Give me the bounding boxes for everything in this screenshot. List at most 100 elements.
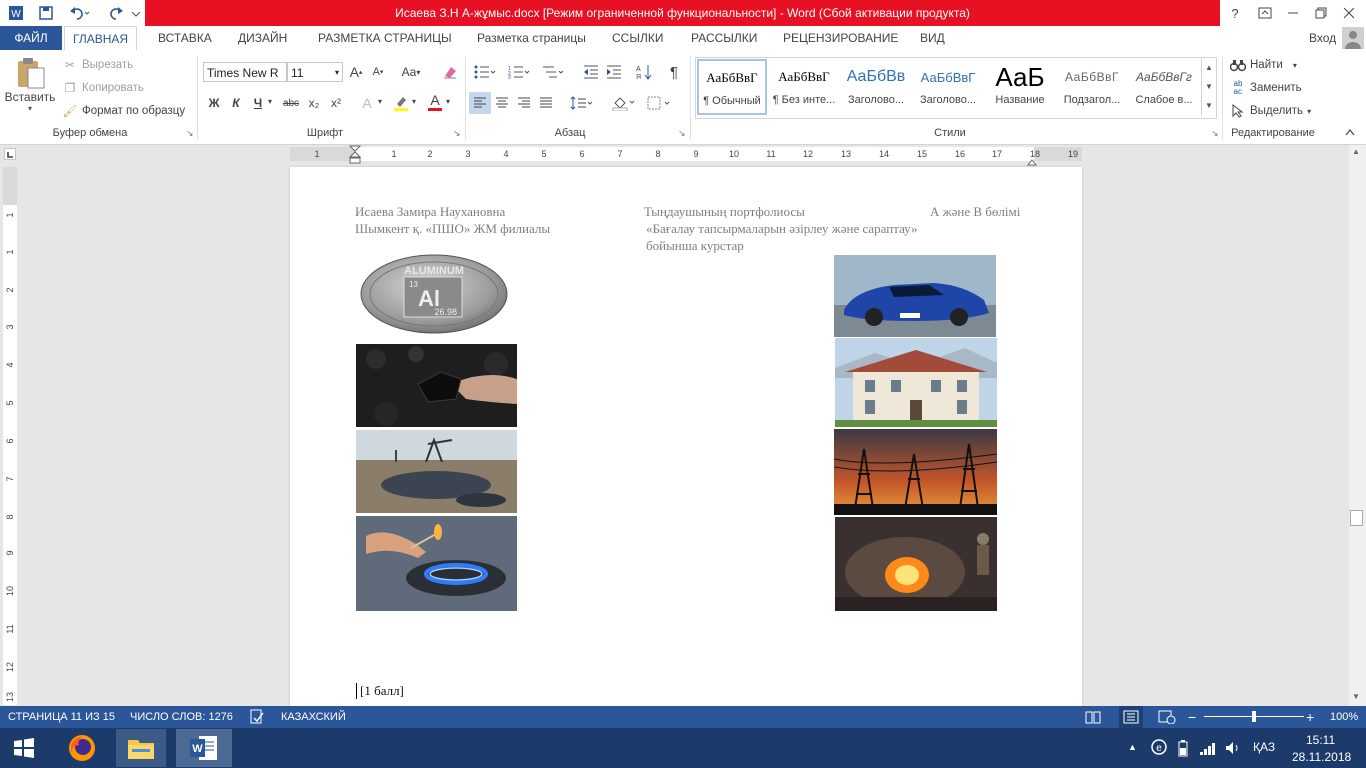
close-icon[interactable] [1336,0,1362,26]
taskbar-explorer[interactable] [116,729,166,767]
tab-insert[interactable]: ВСТАВКА [150,26,220,50]
format-painter-button[interactable]: 🖌 Формат по образцу [62,103,185,119]
subscript-button[interactable]: x₂ [303,92,325,114]
vertical-scrollbar[interactable] [1349,145,1366,706]
battery-icon[interactable] [1176,739,1190,760]
read-mode-icon[interactable] [1085,706,1101,728]
oil-field-image[interactable] [356,430,517,513]
tab-design[interactable]: ДИЗАЙН [230,26,295,50]
taskbar-firefox[interactable] [56,729,108,767]
justify-icon[interactable] [535,92,557,114]
sort-icon[interactable]: AЯ [633,61,655,83]
cut-button[interactable]: ✂ Вырезать [62,57,133,73]
style-heading-2[interactable]: АаБбВвГ Заголово... [913,60,983,114]
house-image[interactable] [835,338,997,427]
taskbar-word[interactable]: W [176,729,232,767]
language-status[interactable]: КАЗАХСКИЙ [281,706,346,728]
clear-formatting-icon[interactable] [439,61,461,83]
style-subtle-emphasis[interactable]: АаБбВвГг Слабое в... [1129,60,1199,114]
font-size-combo[interactable]: 11 ▾ [287,62,343,82]
shading-icon[interactable] [608,92,640,114]
ribbon-display-options-icon[interactable] [1252,0,1278,26]
change-case-button[interactable]: Aa ▾ [396,61,426,83]
input-language[interactable]: ҚАЗ [1253,740,1275,754]
styles-scroll[interactable]: ▲ ▼ ▼ [1201,58,1216,116]
tab-page-layout-2[interactable]: Разметка страницы [469,26,594,50]
clipboard-launcher-icon[interactable]: ↘ [186,128,194,139]
chevron-up-icon[interactable]: ▲ [1205,58,1213,77]
borders-icon[interactable] [643,92,675,114]
tab-home[interactable]: ГЛАВНАЯ [64,26,138,51]
collapse-ribbon-icon[interactable] [1345,128,1355,139]
gas-burner-image[interactable] [356,516,517,611]
coal-image[interactable] [356,344,517,427]
print-layout-icon[interactable] [1119,706,1143,728]
select-button[interactable]: Выделить ▾ [1230,103,1311,119]
numbering-button[interactable]: 123 [504,61,534,83]
align-right-icon[interactable] [513,92,535,114]
increase-indent-icon[interactable] [603,61,625,83]
superscript-button[interactable]: x² [325,92,347,114]
help-button[interactable]: ? [1222,0,1248,26]
style-heading-1[interactable]: АаБбВв Заголово... [841,60,911,114]
restore-icon[interactable] [1308,0,1334,26]
font-name-combo[interactable]: Times New R [203,62,287,82]
sports-car-image[interactable] [834,255,996,337]
clock-date[interactable]: 28.11.2018 [1292,750,1351,764]
redo-icon[interactable] [106,3,126,23]
grow-font-button[interactable]: A ▴ [345,61,367,83]
find-button[interactable]: Найти ▾ [1230,57,1297,73]
zoom-level[interactable]: 100% [1330,706,1358,728]
proofing-icon[interactable] [249,706,265,728]
zoom-out-button[interactable]: − [1188,706,1196,728]
text-effects-dropdown-icon[interactable]: ▾ [378,97,382,106]
customize-qat-icon[interactable] [126,3,146,23]
font-color-dropdown-icon[interactable]: ▾ [446,97,450,106]
word-count-status[interactable]: ЧИСЛО СЛОВ: 1276 [130,706,233,728]
underline-button[interactable]: Ч [247,92,269,114]
decrease-indent-icon[interactable] [580,61,602,83]
show-hidden-icons[interactable]: ▲ [1128,742,1137,752]
save-icon[interactable] [36,3,56,23]
tray-app-icon[interactable]: e [1151,739,1167,758]
page-count-status[interactable]: СТРАНИЦА 11 ИЗ 15 [8,706,115,728]
tab-references[interactable]: ССЫЛКИ [604,26,671,50]
paragraph-launcher-icon[interactable]: ↘ [678,128,686,139]
tab-selector[interactable] [4,148,16,160]
highlight-dropdown-icon[interactable]: ▾ [412,97,416,106]
zoom-in-button[interactable]: + [1306,706,1314,728]
steel-furnace-image[interactable] [835,517,997,611]
minimize-icon[interactable] [1280,0,1306,26]
line-spacing-icon[interactable] [566,92,598,114]
font-launcher-icon[interactable]: ↘ [453,128,461,139]
word-icon[interactable]: W [6,3,26,23]
power-lines-image[interactable] [834,429,997,515]
volume-icon[interactable] [1224,740,1242,759]
underline-dropdown-icon[interactable]: ▾ [268,97,272,106]
zoom-slider-thumb[interactable] [1252,711,1256,722]
sign-in-link[interactable]: Вход [1309,26,1336,50]
highlight-icon[interactable] [390,92,412,114]
style-no-spacing[interactable]: АаБбВвГ ¶ Без инте... [769,60,839,114]
show-formatting-button[interactable]: ¶ [663,61,685,83]
account-avatar[interactable] [1342,27,1364,49]
bold-button[interactable]: Ж [203,92,225,114]
shrink-font-button[interactable]: A ▾ [367,61,389,83]
bullets-button[interactable] [470,61,500,83]
paste-button[interactable]: Вставить ▾ [5,56,55,120]
text-effects-button[interactable]: A [356,92,378,114]
scroll-down-icon[interactable]: ▼ [1352,692,1360,701]
style-normal[interactable]: АаБбВвГ ¶ Обычный [697,59,767,115]
align-center-icon[interactable] [491,92,513,114]
tab-review[interactable]: РЕЦЕНЗИРОВАНИЕ [775,26,906,50]
start-button[interactable] [0,729,48,767]
strikethrough-button[interactable]: abc [280,92,302,114]
web-layout-icon[interactable] [1158,706,1176,728]
tab-file[interactable]: ФАЙЛ [0,26,62,50]
more-styles-icon[interactable]: ▼ [1205,96,1213,115]
align-left-icon[interactable] [469,92,491,114]
clock-time[interactable]: 15:11 [1306,733,1335,747]
chevron-down-icon[interactable]: ▼ [1205,77,1213,96]
undo-icon[interactable] [66,3,94,23]
multilevel-list-button[interactable] [538,61,568,83]
